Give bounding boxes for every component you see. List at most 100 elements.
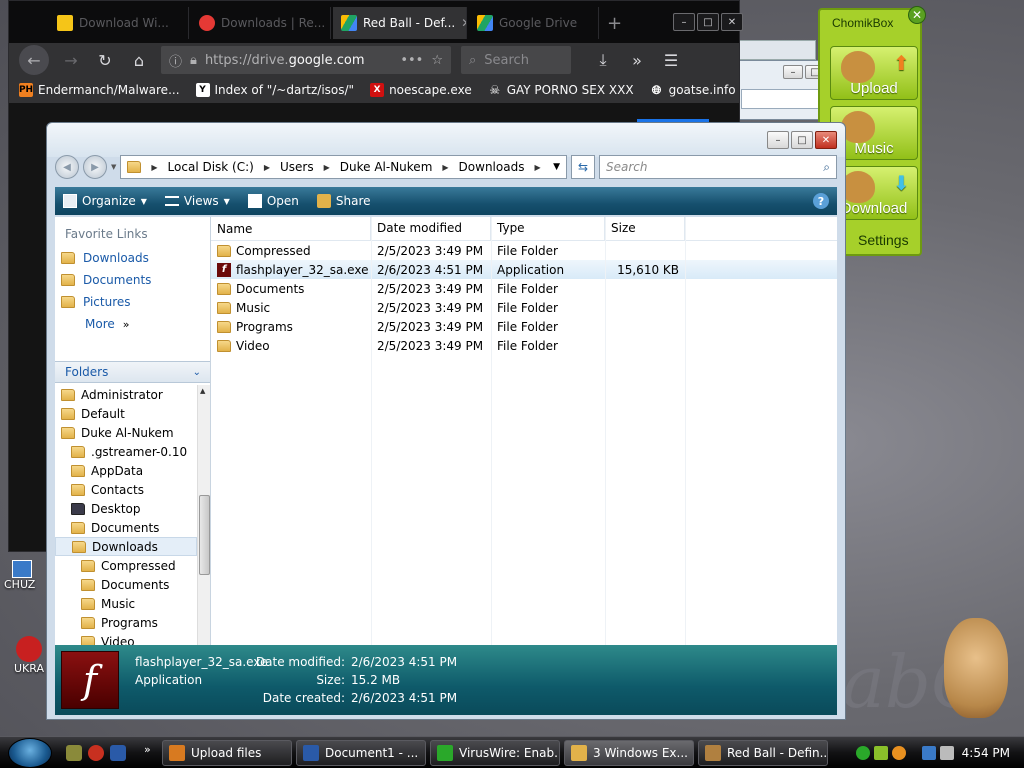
scroll-up-icon[interactable]: ▲ [200, 387, 205, 395]
tree-item[interactable]: Duke Al-Nukem [55, 423, 197, 442]
tree-item[interactable]: Video [55, 632, 197, 645]
bookmark-goatse[interactable]: 🌐︎ goatse.info [650, 83, 736, 98]
column-name[interactable]: Name [211, 217, 371, 240]
taskbar-button[interactable]: VirusWire: Enab... [430, 740, 560, 766]
desktop-icon-ukra[interactable]: UKRA [14, 636, 44, 675]
volume-muted-icon[interactable] [940, 746, 954, 760]
tree-item[interactable]: Programs [55, 613, 197, 632]
tree-item[interactable]: Default [55, 404, 197, 423]
breadcrumb-local-disk[interactable]: Local Disk (C:) [168, 160, 254, 174]
overflow-icon[interactable]: » [625, 48, 649, 72]
desktop-icon-chuz[interactable]: CHUZ [4, 560, 35, 591]
new-tab-icon[interactable]: + [607, 13, 622, 34]
tray-search-icon[interactable] [892, 746, 906, 760]
chevron-down-icon[interactable]: ▼ [553, 162, 560, 172]
search-input[interactable]: Search ⌕ [599, 155, 837, 179]
tree-item[interactable]: Documents [55, 575, 197, 594]
maximize-icon[interactable]: □ [791, 131, 813, 149]
chevron-double-right-icon[interactable]: » [144, 743, 151, 756]
reload-icon[interactable]: ↻ [93, 48, 117, 72]
quicklaunch-browser-icon[interactable] [88, 745, 104, 761]
tree-item[interactable]: Administrator [55, 385, 197, 404]
bookmark-gay-porno[interactable]: ☠ GAY PORNO SEX XXX [488, 83, 633, 97]
tab-google-drive[interactable]: Google Drive [469, 7, 599, 39]
breadcrumb-user[interactable]: Duke Al-Nukem [340, 160, 433, 174]
bookmark-noescape[interactable]: X noescape.exe [370, 83, 472, 97]
tree-scrollbar[interactable]: ▲ ▼ [197, 385, 210, 645]
tree-item[interactable]: Documents [55, 518, 197, 537]
minimize-icon[interactable]: – [673, 13, 695, 31]
file-row[interactable]: Music 2/5/2023 3:49 PM File Folder [211, 298, 837, 317]
tree-item[interactable]: Downloads [55, 537, 197, 556]
minimize-icon[interactable]: – [783, 65, 803, 79]
file-row[interactable]: Compressed 2/5/2023 3:49 PM File Folder [211, 241, 837, 260]
column-date-modified[interactable]: Date modified [371, 217, 491, 240]
column-type[interactable]: Type [491, 217, 605, 240]
chevron-right-icon[interactable]: ▶ [151, 163, 157, 172]
download-arrow-icon[interactable]: ⤓ [591, 48, 615, 72]
bookmark-endermanch[interactable]: PH Endermanch/Malware... [19, 83, 180, 97]
recent-pages-icon[interactable]: ▼ [111, 163, 116, 171]
tab-red-ball[interactable]: Red Ball - Def... ✕ [333, 7, 467, 39]
file-row[interactable]: Documents 2/5/2023 3:49 PM File Folder [211, 279, 837, 298]
tree-item[interactable]: Desktop [55, 499, 197, 518]
tray-app-icon[interactable] [856, 746, 870, 760]
chomik-settings-link[interactable]: Settings [858, 232, 909, 248]
taskbar-button[interactable]: Upload files [162, 740, 292, 766]
quicklaunch-icon[interactable] [66, 745, 82, 761]
tree-item[interactable]: AppData [55, 461, 197, 480]
star-icon[interactable]: ☆ [431, 53, 443, 68]
file-row[interactable]: Programs 2/5/2023 3:49 PM File Folder [211, 317, 837, 336]
breadcrumb[interactable]: ▶ Local Disk (C:) ▶ Users ▶ Duke Al-Nuke… [120, 155, 567, 179]
search-box[interactable]: ⌕ Search [461, 46, 571, 74]
chevron-right-icon[interactable]: ▶ [264, 163, 270, 172]
chomik-tray-icon[interactable] [874, 746, 888, 760]
favorite-pictures[interactable]: Pictures [55, 291, 210, 313]
breadcrumb-users[interactable]: Users [280, 160, 314, 174]
minimize-icon[interactable]: – [767, 131, 789, 149]
help-icon[interactable]: ? [813, 193, 829, 209]
file-row[interactable]: f flashplayer_32_sa.exe 2/6/2023 4:51 PM Ap… [211, 260, 837, 279]
chevron-right-icon[interactable]: ▶ [534, 163, 540, 172]
open-button[interactable]: Open [247, 194, 299, 208]
file-row[interactable]: Video 2/5/2023 3:49 PM File Folder [211, 336, 837, 355]
taskbar-button[interactable]: 3 Windows Ex...▼ [564, 740, 694, 766]
chevron-right-icon[interactable]: ▶ [442, 163, 448, 172]
clock[interactable]: 4:54 PM [962, 746, 1010, 760]
tab-download[interactable]: Download Wi... [49, 7, 189, 39]
close-icon[interactable]: ✕ [908, 6, 926, 24]
forward-icon[interactable]: → [59, 48, 83, 72]
folders-header[interactable]: Folders ⌄ [55, 361, 210, 383]
tree-item[interactable]: Compressed [55, 556, 197, 575]
chomik-upload-button[interactable]: ⬆ Upload [830, 46, 918, 100]
favorite-documents[interactable]: Documents [55, 269, 210, 291]
taskbar-button[interactable]: Red Ball - Defin... [698, 740, 828, 766]
tree-item[interactable]: Contacts [55, 480, 197, 499]
tree-item[interactable]: .gstreamer-0.10 [55, 442, 197, 461]
favorite-more[interactable]: More » [55, 313, 210, 335]
column-size[interactable]: Size [605, 217, 685, 240]
start-button[interactable] [8, 738, 52, 768]
show-desktop-icon[interactable] [110, 745, 126, 761]
tab-downloads[interactable]: Downloads | Re... [191, 7, 331, 39]
close-icon[interactable]: ✕ [721, 13, 743, 31]
views-button[interactable]: Views ▼ [164, 194, 230, 208]
url-bar[interactable]: ⓘ 🔒︎ https://drive.google.com ••• ☆ [161, 46, 451, 74]
breadcrumb-downloads[interactable]: Downloads [459, 160, 525, 174]
organize-button[interactable]: Organize ▼ [63, 194, 147, 208]
favorite-downloads[interactable]: Downloads [55, 247, 210, 269]
network-icon[interactable] [922, 746, 936, 760]
menu-icon[interactable]: ☰ [659, 48, 683, 72]
close-tab-icon[interactable]: ✕ [461, 16, 466, 30]
tree-item[interactable]: Music [55, 594, 197, 613]
forward-icon[interactable]: ▶ [83, 155, 107, 179]
maximize-icon[interactable]: □ [697, 13, 719, 31]
scroll-thumb[interactable] [199, 495, 210, 575]
back-icon[interactable]: ← [19, 45, 49, 75]
bookmark-index-dartz[interactable]: Y Index of "/~dartz/isos/" [195, 83, 354, 97]
back-icon[interactable]: ◀ [55, 155, 79, 179]
info-icon[interactable]: ⓘ [169, 51, 182, 70]
page-actions-icon[interactable]: ••• [400, 53, 423, 68]
refresh-icon[interactable]: ⇆ [571, 155, 595, 179]
home-icon[interactable]: ⌂ [127, 48, 151, 72]
